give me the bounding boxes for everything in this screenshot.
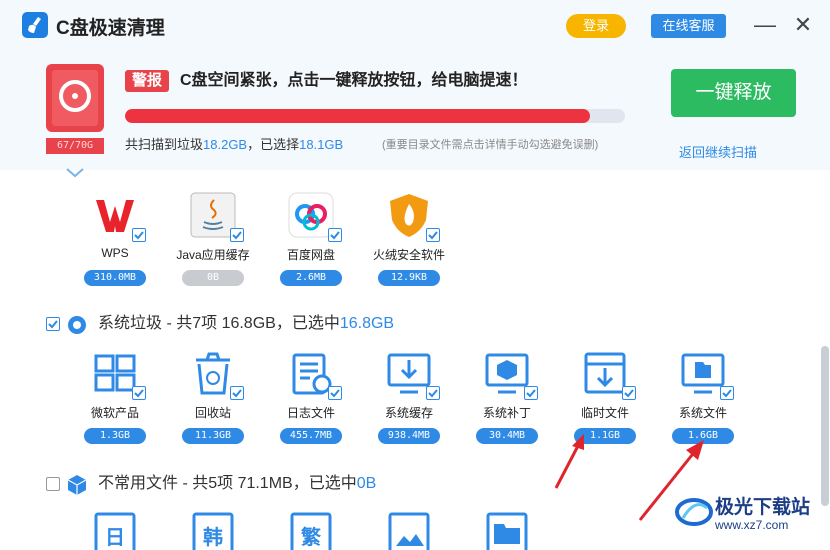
traditional-file-icon: 繁 xyxy=(290,512,332,550)
file-glyph: 韩 xyxy=(203,525,223,549)
section-title: 系统垃圾 - 共7项 16.8GB，已选中 xyxy=(98,315,340,332)
checkbox[interactable] xyxy=(230,386,244,400)
item-label: 微软产品 xyxy=(90,406,139,420)
system-item-system-patch[interactable]: 系统补丁 30.4MB xyxy=(462,350,552,450)
item-label: 回收站 xyxy=(194,406,231,420)
section-checkbox[interactable] xyxy=(46,477,60,491)
alert-message: C盘空间紧张，点击一键释放按钮，给电脑提速！ xyxy=(180,72,528,89)
scan-selected: 18.1GB xyxy=(299,137,344,152)
checkbox[interactable] xyxy=(524,386,538,400)
item-size: 1.3GB xyxy=(84,428,146,444)
rare-item-1[interactable]: 韩 xyxy=(168,512,258,550)
app-item-huorong[interactable]: 火绒安全软件 12.9KB xyxy=(364,192,454,292)
scan-mid: ，已选择 xyxy=(247,137,300,152)
file-glyph: 繁 xyxy=(301,525,322,549)
checkbox[interactable] xyxy=(328,228,342,242)
item-size: 12.9KB xyxy=(378,270,440,286)
app-title: C盘极速清理 xyxy=(56,18,165,39)
checkbox[interactable] xyxy=(622,386,636,400)
aurora-logo-icon xyxy=(675,498,713,526)
broom-icon xyxy=(22,12,48,38)
cube-icon xyxy=(67,475,87,495)
system-item-system-file[interactable]: 系统文件 1.6GB xyxy=(658,350,748,450)
rare-item-0[interactable]: 日 xyxy=(70,512,160,550)
japanese-file-icon: 日 xyxy=(94,512,136,550)
section-selected: 16.8GB xyxy=(339,315,395,332)
rare-item-4[interactable] xyxy=(462,512,552,550)
item-size: 0B xyxy=(182,270,244,286)
item-size: 30.4MB xyxy=(476,428,538,444)
file-glyph: 日 xyxy=(105,525,125,549)
item-label: 系统缓存 xyxy=(384,406,433,420)
scan-result-text: 共扫描到垃圾18.2GB，已选择18.1GB xyxy=(125,134,343,153)
section-selected: 0B xyxy=(356,475,377,492)
item-label: 临时文件 xyxy=(580,406,629,420)
system-item-system-cache[interactable]: 系统缓存 938.4MB xyxy=(364,350,454,450)
korean-file-icon: 韩 xyxy=(192,512,234,550)
section-title: 不常用文件 - 共5项 71.1MB，已选中 xyxy=(98,475,357,492)
rare-item-3[interactable] xyxy=(364,512,454,550)
checkbox[interactable] xyxy=(132,228,146,242)
checkbox[interactable] xyxy=(720,386,734,400)
close-icon[interactable]: ✕ xyxy=(790,12,816,38)
title-bar: C盘极速清理 登录 在线客服 — ✕ xyxy=(0,0,830,52)
checkbox[interactable] xyxy=(132,386,146,400)
app-item-java[interactable]: Java应用缓存 0B xyxy=(168,192,258,292)
folder-file-icon xyxy=(486,512,528,550)
item-label: 百度网盘 xyxy=(286,248,335,262)
scan-summary-panel: 67/70G 警报 C盘空间紧张，点击一键释放按钮，给电脑提速！ 共扫描到垃圾1… xyxy=(0,52,830,170)
item-size: 2.6MB xyxy=(280,270,342,286)
system-item-recycle-bin[interactable]: 回收站 11.3GB xyxy=(168,350,258,450)
app-item-baidu-netdisk[interactable]: 百度网盘 2.6MB xyxy=(266,192,356,292)
online-service-button[interactable]: 在线客服 xyxy=(651,14,726,38)
scan-tip: (重要目录文件需点击详情手动勾选避免误删) xyxy=(382,139,599,151)
item-label: 系统补丁 xyxy=(482,406,531,420)
item-size: 455.7MB xyxy=(280,428,342,444)
gear-icon xyxy=(68,316,86,334)
item-label: Java应用缓存 xyxy=(176,248,250,262)
chevron-down-icon[interactable] xyxy=(64,168,86,178)
checkbox[interactable] xyxy=(328,386,342,400)
scrollbar[interactable] xyxy=(821,346,829,506)
rescan-link[interactable]: 返回继续扫描 xyxy=(679,142,757,161)
minimize-icon[interactable]: — xyxy=(752,12,778,38)
rare-item-2[interactable]: 繁 xyxy=(266,512,356,550)
system-item-windows[interactable]: 微软产品 1.3GB xyxy=(70,350,160,450)
watermark-url: www.xz7.com xyxy=(715,518,789,532)
alert-badge: 警报 xyxy=(125,70,169,92)
item-label: WPS xyxy=(101,246,129,260)
scan-prefix: 共扫描到垃圾 xyxy=(125,137,204,152)
checkbox[interactable] xyxy=(426,228,440,242)
watermark: 极光下载站 www.xz7.com xyxy=(675,490,825,534)
section-checkbox[interactable] xyxy=(46,317,60,331)
login-button[interactable]: 登录 xyxy=(566,14,626,38)
item-label: 火绒安全软件 xyxy=(372,248,445,262)
one-click-release-button[interactable]: 一键释放 xyxy=(671,69,796,117)
item-label: 日志文件 xyxy=(286,406,335,420)
annotation-arrow xyxy=(554,434,584,489)
disk-usage-label: 67/70G xyxy=(46,138,104,154)
item-label: 系统文件 xyxy=(678,406,727,420)
checkbox[interactable] xyxy=(230,228,244,242)
watermark-title: 极光下载站 xyxy=(715,497,811,518)
scan-total: 18.2GB xyxy=(203,137,248,152)
system-item-log-file[interactable]: 日志文件 455.7MB xyxy=(266,350,356,450)
disk-progress-bar xyxy=(125,109,625,123)
item-size: 11.3GB xyxy=(182,428,244,444)
checkbox[interactable] xyxy=(426,386,440,400)
disk-progress-fill xyxy=(125,109,590,123)
item-size: 938.4MB xyxy=(378,428,440,444)
hard-disk-icon xyxy=(46,64,104,132)
image-file-icon xyxy=(388,512,430,550)
app-item-wps[interactable]: WPS 310.0MB xyxy=(70,192,160,292)
item-size: 310.0MB xyxy=(84,270,146,286)
